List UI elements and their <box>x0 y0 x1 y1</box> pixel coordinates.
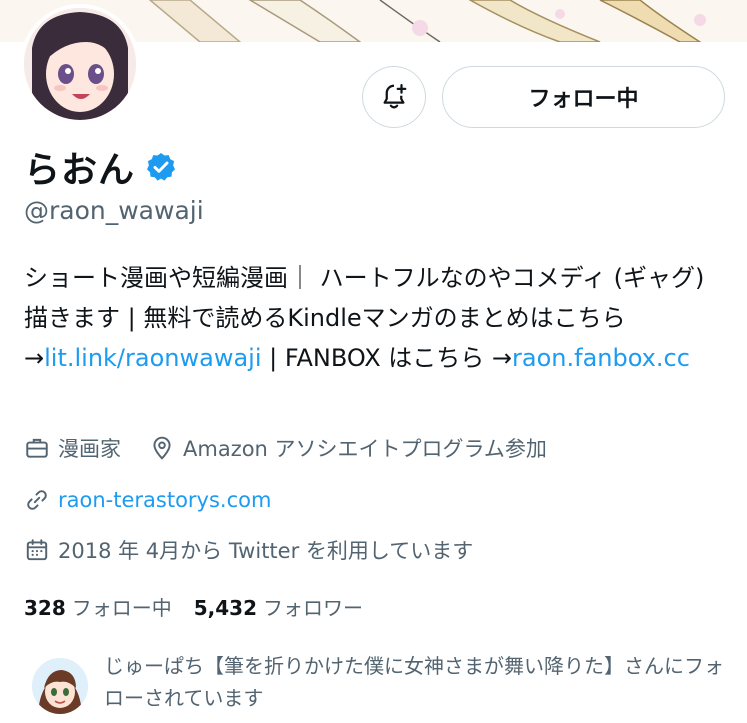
display-name: らおん <box>24 150 136 191</box>
following-label: フォロー中 <box>71 596 172 620</box>
profile-joined-date: 2018 年 4月から Twitter を利用しています <box>58 539 474 563</box>
profile-website-link[interactable]: raon-terastorys.com <box>58 488 271 512</box>
bio-text-2: | FANBOX はこちら → <box>261 344 513 372</box>
followers-stat[interactable]: 5,432 フォロワー <box>194 592 363 621</box>
profile-meta-website: raon-terastorys.com <box>24 484 271 516</box>
avatar-illustration <box>24 8 136 120</box>
followed-by-text: じゅーぱち【筆を折りかけた僕に女神さまが舞い降りた】さんにフォローされています <box>104 654 724 710</box>
notifications-button[interactable] <box>362 66 426 128</box>
profile-location: Amazon アソシエイトプログラム参加 <box>183 437 547 461</box>
verified-badge-icon[interactable] <box>145 151 177 183</box>
profile-meta-joined: 2018 年 4月から Twitter を利用しています <box>24 534 473 566</box>
profile-category: 漫画家 <box>58 437 121 461</box>
profile-avatar[interactable] <box>20 4 140 124</box>
location-pin-icon <box>149 435 175 461</box>
following-count: 328 <box>24 596 66 620</box>
profile-stats: 328 フォロー中 5,432 フォロワー <box>24 592 363 622</box>
followed-by-section[interactable]: じゅーぱち【筆を折りかけた僕に女神さまが舞い降りた】さんにフォローされています <box>24 650 734 720</box>
followers-label: フォロワー <box>263 596 364 620</box>
profile-bio: ショート漫画や短編漫画｜ ハートフルなのやコメディ (ギャグ) 描きます | 無… <box>24 258 734 378</box>
profile-meta-category-location: 漫画家 Amazon アソシエイトプログラム参加 <box>24 432 547 464</box>
link-icon <box>24 487 50 513</box>
profile-name-row: らおん <box>24 142 177 192</box>
bio-link-litlink[interactable]: lit.link/raonwawaji <box>44 344 261 372</box>
following-stat[interactable]: 328 フォロー中 <box>24 592 172 621</box>
bio-link-fanbox[interactable]: raon.fanbox.cc <box>512 344 690 372</box>
bell-plus-icon <box>383 84 407 109</box>
followers-count: 5,432 <box>193 596 258 620</box>
following-button[interactable]: フォロー中 <box>442 66 725 128</box>
briefcase-icon <box>24 435 50 461</box>
profile-handle: @raon_wawaji <box>24 196 204 225</box>
calendar-icon <box>24 537 50 563</box>
follower-avatar <box>30 656 90 716</box>
